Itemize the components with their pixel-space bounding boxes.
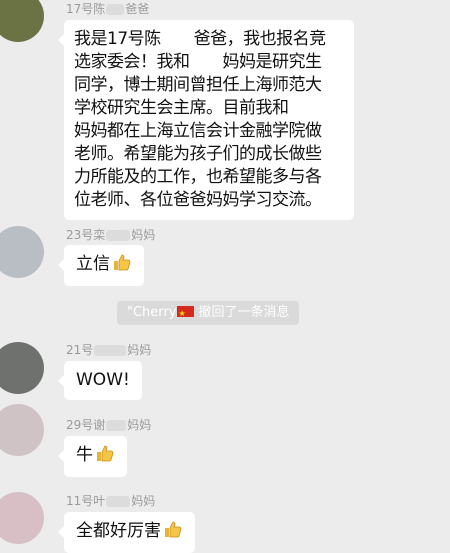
redaction <box>94 345 127 356</box>
avatar[interactable] <box>0 342 44 394</box>
sender-suffix: 妈妈 <box>127 418 152 432</box>
message-text: 立信 <box>76 254 110 274</box>
thumbs-up-icon <box>112 253 132 278</box>
sender-name: 11号叶 妈妈 <box>66 492 155 509</box>
sender-prefix: 21号 <box>66 343 94 357</box>
sender-suffix: 妈妈 <box>131 494 156 508</box>
message-line: 学校研究生会主席。目前我和 <box>74 98 322 118</box>
sender-prefix: 29号谢 <box>66 418 106 432</box>
message-bubble[interactable]: WOW! <box>58 361 142 400</box>
message-bubble[interactable]: 立信 <box>58 245 144 286</box>
sender-suffix: 妈妈 <box>127 343 152 357</box>
message-line: 同学，博士期间曾担任上海师范大 <box>74 75 322 95</box>
message-bubble[interactable]: 全都好厉害 <box>58 512 195 553</box>
message-line: 位老师、各位爸爸妈妈学习交流。 <box>74 190 322 210</box>
thumbs-up-icon <box>95 444 115 469</box>
redaction <box>106 420 127 431</box>
message-line: 老师。希望能为孩子们的成长做些 <box>74 144 322 164</box>
recall-text: 撤回了一条消息 <box>198 305 290 320</box>
sender-name: 17号陈 爸爸 <box>66 0 149 17</box>
sender-name: 29号谢 妈妈 <box>66 416 151 433</box>
redaction <box>106 4 125 15</box>
avatar[interactable] <box>0 492 44 544</box>
message-text: 牛 <box>76 445 93 465</box>
sender-prefix: 11号叶 <box>66 494 106 508</box>
message-text: 全都好厉害 <box>76 521 161 541</box>
redaction <box>106 496 131 507</box>
avatar[interactable] <box>0 0 44 42</box>
message-text: WOW! <box>76 370 130 390</box>
message-bubble[interactable]: 牛 <box>58 436 127 477</box>
sender-suffix: 爸爸 <box>125 2 150 16</box>
message-bubble[interactable]: 我是17号陈 爸爸，我也报名竞 选家委会！我和 妈妈是研究生 同学，博士期间曾担… <box>58 20 354 220</box>
thumbs-up-icon <box>163 520 183 545</box>
avatar[interactable] <box>0 404 44 456</box>
sender-prefix: 17号陈 <box>66 2 106 16</box>
recall-name: "Cherry <box>127 305 177 320</box>
sender-suffix: 妈妈 <box>131 228 156 242</box>
message-line: 选家委会！我和 妈妈是研究生 <box>74 52 322 72</box>
sender-name: 21号 妈妈 <box>66 341 151 358</box>
message-line: 力所能及的工作，也希望能多与各 <box>74 167 322 187</box>
sender-name: 23号栾 妈妈 <box>66 226 155 243</box>
avatar[interactable] <box>0 226 44 278</box>
recall-notice: "Cherry 撤回了一条消息 <box>117 301 300 326</box>
china-flag-icon <box>177 302 195 326</box>
message-line: 妈妈都在上海立信会计金融学院做 <box>74 121 322 141</box>
message-line: 我是17号陈 爸爸，我也报名竞 <box>74 29 326 49</box>
sender-prefix: 23号栾 <box>66 228 106 242</box>
redaction <box>106 230 131 241</box>
